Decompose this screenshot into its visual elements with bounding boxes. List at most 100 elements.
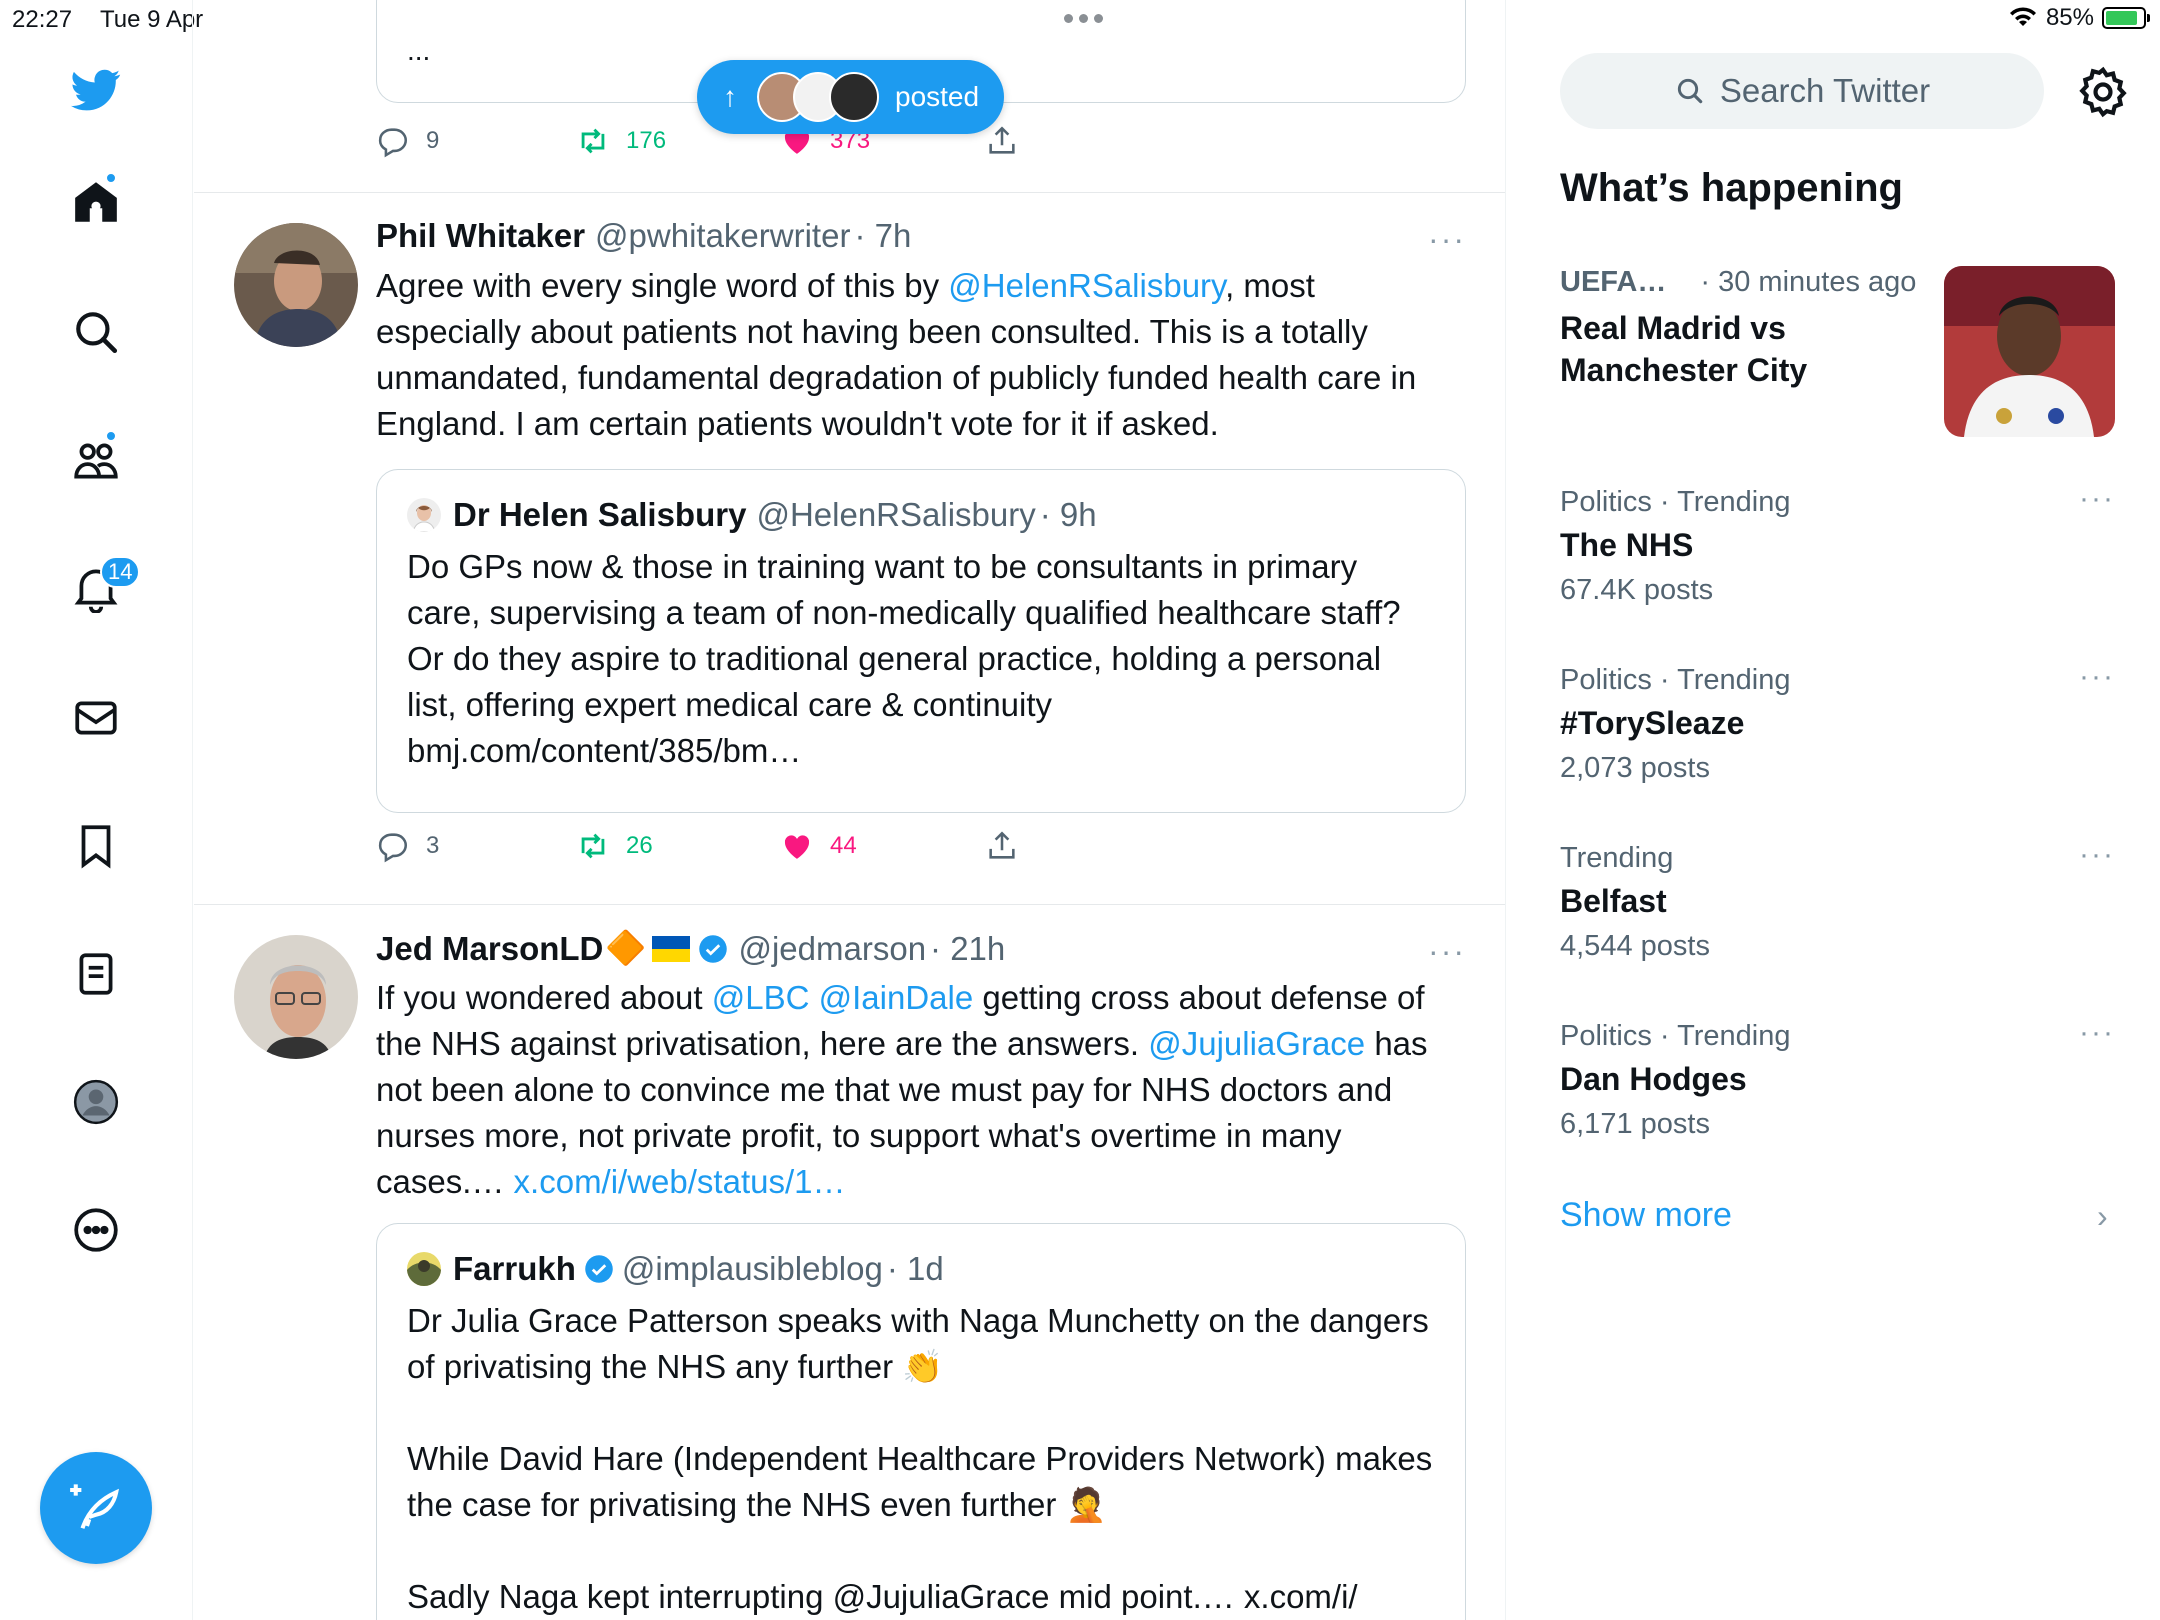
more-options-icon[interactable]: ···	[1428, 221, 1466, 258]
heart-filled-icon	[784, 835, 810, 859]
trend-category: UEFA…	[1560, 266, 1667, 298]
mention-link[interactable]: @IainDale	[819, 979, 974, 1016]
share-button[interactable]	[985, 124, 1019, 158]
tweet-actions: 3 26 44	[376, 829, 1019, 863]
trend-more-icon[interactable]: ···	[2079, 482, 2115, 516]
retweet-count: 26	[626, 832, 653, 859]
search-icon	[1677, 78, 1703, 104]
mention-link[interactable]: @LBC	[712, 979, 810, 1016]
author-handle[interactable]: @jedmarson	[738, 930, 926, 968]
avatar[interactable]	[234, 223, 358, 347]
trend-item[interactable]: Trending Belfast 4,544 posts ···	[1560, 838, 2115, 963]
search-icon[interactable]	[66, 302, 126, 362]
text-segment	[809, 979, 818, 1016]
tweet-header: Phil Whitaker @pwhitakerwriter · 7h	[376, 217, 911, 255]
retweet-button[interactable]: 26	[576, 829, 780, 863]
like-button[interactable]: 44	[780, 829, 985, 863]
bookmarks-icon[interactable]	[66, 816, 126, 876]
left-navigation: 14	[0, 0, 193, 1620]
profile-icon[interactable]	[66, 1072, 126, 1132]
communities-unread-dot	[105, 430, 117, 442]
twitter-logo-icon[interactable]	[66, 60, 126, 120]
share-icon	[989, 831, 1015, 859]
tweet[interactable]: Phil Whitaker @pwhitakerwriter · 7h ··· …	[194, 193, 1505, 905]
featured-headline: Real Madrid vs Manchester City	[1560, 310, 1808, 388]
trend-count: 67.4K posts	[1560, 574, 1714, 606]
reply-count: 3	[426, 832, 440, 859]
tweet-text: If you wondered about @LBC @IainDale get…	[376, 975, 1466, 1205]
new-posts-pill[interactable]: ↑ posted	[697, 60, 1004, 134]
url-link[interactable]: x.com/i/web/status/1…	[514, 1163, 846, 1200]
trend-more-icon[interactable]: ···	[2079, 838, 2115, 872]
trend-category: Trending	[1560, 842, 1674, 874]
quote-author-name: Farrukh	[453, 1250, 576, 1287]
chevron-right-icon[interactable]: ›	[2097, 1198, 2108, 1235]
author-handle[interactable]: @pwhitakerwriter	[595, 217, 850, 255]
share-icon	[989, 126, 1015, 154]
author-name-emoji: 🔶	[605, 929, 647, 966]
author-name[interactable]: Jed MarsonLD	[376, 930, 603, 968]
verified-badge-icon	[699, 934, 728, 963]
trend-item[interactable]: Politics · Trending #TorySleaze 2,073 po…	[1560, 660, 2115, 785]
tweet-text: Agree with every single word of this by …	[376, 263, 1466, 447]
lists-icon[interactable]	[66, 944, 126, 1004]
home-icon[interactable]	[66, 172, 126, 232]
tweet-header: Jed MarsonLD 🔶 @jedmarson · 21h	[376, 929, 1005, 968]
ukraine-flag-icon	[652, 935, 691, 962]
trend-count: 4,544 posts	[1560, 930, 1710, 962]
settings-gear-icon[interactable]	[2075, 64, 2131, 120]
reply-button[interactable]: 9	[376, 124, 576, 158]
trend-item[interactable]: Politics · Trending The NHS 67.4K posts …	[1560, 482, 2115, 607]
home-unread-dot	[105, 172, 117, 184]
quoted-tweet[interactable]: Farrukh @implausibleblog · 1d Dr Julia G…	[376, 1223, 1466, 1620]
whats-happening-title: What’s happening	[1560, 166, 1903, 210]
retweet-icon	[581, 128, 605, 154]
text-segment: Agree with every single word of this by	[376, 267, 949, 304]
trend-count: 2,073 posts	[1560, 752, 1710, 784]
quote-header: Dr Helen Salisbury @HelenRSalisbury · 9h	[407, 496, 1097, 534]
author-name[interactable]: Phil Whitaker	[376, 217, 585, 255]
reply-button[interactable]: 3	[376, 829, 576, 863]
trend-category: Politics · Trending	[1560, 664, 1791, 696]
quote-time: · 9h	[1039, 496, 1097, 533]
trend-more-icon[interactable]: ···	[2079, 1016, 2115, 1050]
tweet-time[interactable]: · 21h	[930, 930, 1005, 968]
share-button[interactable]	[985, 829, 1019, 863]
reply-icon	[378, 128, 407, 158]
trend-category: Politics · Trending	[1560, 486, 1791, 518]
quote-time: · 1d	[886, 1250, 944, 1287]
quote-author-handle: @HelenRSalisbury	[756, 496, 1036, 533]
retweet-count: 176	[626, 127, 667, 154]
communities-icon[interactable]	[66, 430, 126, 490]
trend-more-icon[interactable]: ···	[2079, 660, 2115, 694]
quote-header: Farrukh @implausibleblog · 1d	[407, 1250, 944, 1288]
more-options-icon[interactable]: ···	[1428, 933, 1466, 970]
trend-name: Belfast	[1560, 883, 1667, 919]
trend-name: #TorySleaze	[1560, 705, 1745, 741]
avatar[interactable]	[234, 935, 358, 1059]
more-icon[interactable]	[66, 1200, 126, 1260]
new-posts-label: posted	[895, 81, 980, 112]
quoted-tweet[interactable]: Dr Helen Salisbury @HelenRSalisbury · 9h…	[376, 469, 1466, 813]
show-more-link[interactable]: Show more	[1560, 1196, 1732, 1235]
quote-paragraph: Dr Julia Grace Patterson speaks with Nag…	[407, 1302, 1429, 1385]
search-input[interactable]: Search Twitter	[1560, 53, 2044, 129]
messages-icon[interactable]	[66, 688, 126, 748]
quote-avatar	[407, 498, 441, 532]
quote-author-name: Dr Helen Salisbury	[453, 496, 747, 533]
right-sidebar: Search Twitter What’s happening UEFA… · …	[1507, 0, 2160, 1620]
featured-image[interactable]	[1944, 266, 2115, 437]
trend-item[interactable]: Politics · Trending Dan Hodges 6,171 pos…	[1560, 1016, 2115, 1141]
mention-link[interactable]: @HelenRSalisbury	[948, 267, 1225, 304]
featured-trend[interactable]: UEFA… · 30 minutes ago Real Madrid vs Ma…	[1560, 266, 2115, 437]
like-count: 44	[830, 832, 857, 859]
quote-paragraph: While David Hare (Independent Healthcare…	[407, 1440, 1433, 1523]
tweet[interactable]: Jed MarsonLD 🔶 @jedmarson · 21h ··· If y…	[194, 905, 1505, 1620]
trend-name: The NHS	[1560, 527, 1694, 563]
mention-link[interactable]: @JujuliaGrace	[1148, 1025, 1365, 1062]
notifications-badge: 14	[100, 556, 141, 588]
tweet-time[interactable]: · 7h	[854, 217, 911, 255]
compose-tweet-button[interactable]	[40, 1452, 152, 1564]
feather-plus-icon	[70, 1484, 120, 1529]
reply-icon	[378, 833, 407, 863]
